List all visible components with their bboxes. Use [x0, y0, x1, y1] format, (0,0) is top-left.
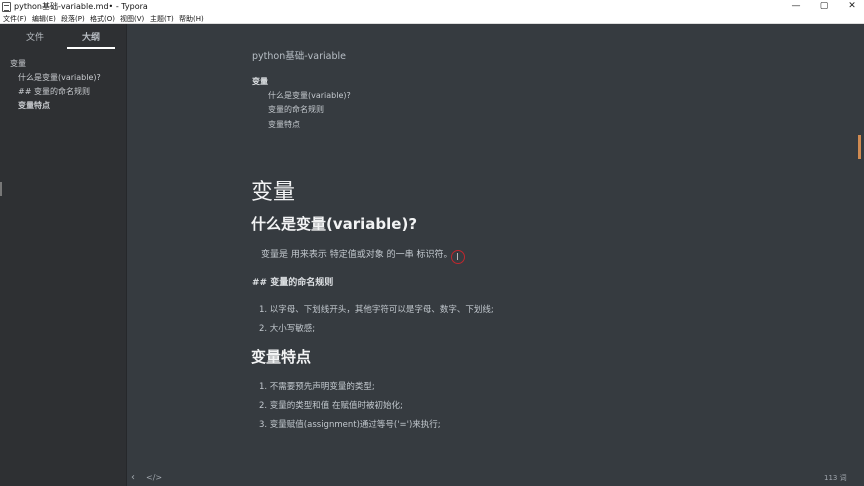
outline-item-variable-features[interactable]: 变量特点 [18, 100, 50, 111]
active-tab-indicator [67, 47, 115, 49]
menu-bar: 文件(F) 编辑(E) 段落(P) 格式(O) 视图(V) 主题(T) 帮助(H… [0, 14, 864, 24]
list-item: 2. 变量的类型和值 在赋值时被初始化; [259, 401, 403, 411]
menu-paragraph[interactable]: 段落(P) [61, 14, 85, 24]
toc-heading[interactable]: 变量 [252, 76, 268, 87]
typora-app-icon [2, 2, 11, 12]
toc-link[interactable]: 变量的命名规则 [268, 104, 324, 115]
title-bar: python基础-variable.md• - Typora — ▢ ✕ [0, 0, 864, 14]
heading-variable-features: 变量特点 [251, 348, 312, 366]
tab-outline[interactable]: 大纲 [82, 32, 100, 44]
document-title: python基础-variable [252, 51, 346, 62]
tab-files[interactable]: 文件 [26, 32, 44, 44]
outline-item-naming-rules[interactable]: ## 变量的命名规则 [18, 86, 90, 97]
toc-link[interactable]: 变量特点 [268, 119, 300, 130]
minimize-button[interactable]: — [782, 0, 810, 14]
outline-item-variables[interactable]: 变量 [10, 58, 26, 69]
sidebar-toggle-icon[interactable]: ‹ [131, 471, 135, 485]
maximize-button[interactable]: ▢ [810, 0, 838, 14]
heading-what-is-variable: 什么是变量(variable)? [251, 215, 418, 233]
mouse-cursor-indicator [451, 250, 465, 264]
menu-theme[interactable]: 主题(T) [150, 14, 174, 24]
word-count[interactable]: 113 词 [824, 472, 847, 484]
window-title: python基础-variable.md• - Typora [14, 2, 148, 11]
heading-1: 变量 [251, 180, 296, 205]
source-mode-icon[interactable]: </> [146, 472, 162, 484]
editor-pane[interactable]: python基础-variable 变量 什么是变量(variable)? 变量… [128, 24, 858, 470]
menu-format[interactable]: 格式(O) [90, 14, 115, 24]
toc-link[interactable]: 什么是变量(variable)? [268, 90, 351, 101]
outline-item-what-is-variable[interactable]: 什么是变量(variable)? [18, 72, 101, 83]
list-item: 3. 变量赋值(assignment)通过等号('=')来执行; [259, 420, 441, 430]
heading-naming-rules: ## 变量的命名规则 [252, 278, 334, 288]
menu-edit[interactable]: 编辑(E) [32, 14, 56, 24]
scrollbar-thumb[interactable] [858, 135, 861, 159]
list-item: 2. 大小写敏感; [259, 324, 316, 334]
menu-file[interactable]: 文件(F) [3, 14, 27, 24]
menu-help[interactable]: 帮助(H) [179, 14, 204, 24]
list-item: 1. 不需要预先声明变量的类型; [259, 382, 375, 392]
close-button[interactable]: ✕ [838, 0, 864, 14]
list-item: 1. 以字母、下划线开头，其他字符可以是字母、数字、下划线; [259, 305, 494, 315]
sidebar: 文件 大纲 变量 什么是变量(variable)? ## 变量的命名规则 变量特… [0, 24, 127, 486]
sidebar-resize-handle[interactable] [0, 182, 2, 196]
status-bar: ‹ </> 113 词 [128, 470, 864, 486]
scrollbar-track[interactable] [858, 24, 864, 470]
menu-view[interactable]: 视图(V) [120, 14, 144, 24]
paragraph-definition: 变量是 用来表示 特定值或对象 的一串 标识符。 [261, 250, 453, 260]
